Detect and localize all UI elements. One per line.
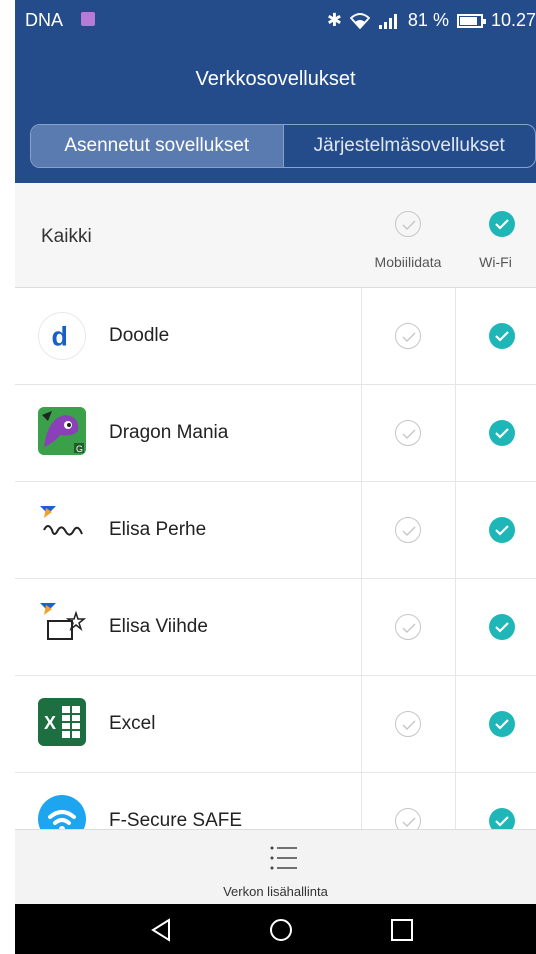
all-apps-label: Kaikki — [41, 226, 92, 247]
check-icon — [495, 219, 509, 230]
app-row: Elisa Perhe — [15, 482, 536, 579]
doodle-icon: d — [38, 312, 86, 360]
check-icon — [402, 817, 416, 827]
app-header: Verkkosovellukset Asennetut sovellukset … — [15, 40, 536, 183]
check-icon — [495, 622, 509, 633]
status-bar: DNA ✱ 81 % 10.27 — [15, 0, 536, 40]
app-row: Elisa Viihde — [15, 579, 536, 676]
check-icon — [495, 428, 509, 439]
status-right: ✱ 81 % 10.27 — [327, 10, 536, 31]
back-icon[interactable] — [149, 917, 175, 943]
app-wifi-check[interactable] — [489, 420, 515, 446]
battery-icon — [456, 13, 486, 28]
elisa-perhe-icon — [38, 504, 86, 552]
system-navigation-bar — [15, 904, 536, 954]
app-name: F-Secure SAFE — [109, 810, 243, 829]
advanced-network-button[interactable]: Verkon lisähallinta — [15, 829, 536, 905]
app-wifi-check[interactable] — [489, 808, 515, 829]
clock: 10.27 — [490, 10, 536, 30]
app-wifi-check[interactable] — [489, 323, 515, 349]
signal-icon — [378, 13, 397, 29]
check-icon — [402, 429, 416, 439]
wifi-icon — [349, 12, 370, 29]
tab-system-apps[interactable]: Järjestelmäsovellukset — [282, 125, 536, 167]
app-name: Elisa Viihde — [109, 616, 208, 637]
check-icon — [495, 525, 509, 536]
wifi-column-label: Wi-Fi — [479, 254, 512, 270]
page-title: Verkkosovellukset — [195, 68, 356, 90]
carrier-label: DNA — [25, 10, 64, 30]
app-mobile-data-check[interactable] — [395, 614, 421, 640]
elisa-viihde-icon — [38, 601, 86, 649]
app-mobile-data-check[interactable] — [395, 808, 421, 829]
app-row: G Dragon Mania — [15, 385, 536, 482]
check-icon — [402, 623, 416, 633]
app-name: Dragon Mania — [109, 422, 229, 443]
app-row: d Doodle — [15, 288, 536, 385]
app-wifi-check[interactable] — [489, 517, 515, 543]
tab-installed-apps[interactable]: Asennetut sovellukset — [31, 125, 283, 167]
tab-switcher: Asennetut sovellukset Järjestelmäsovellu… — [30, 124, 536, 168]
app-mobile-data-check[interactable] — [395, 517, 421, 543]
all-apps-row: Kaikki Mobiilidata Wi-Fi — [15, 183, 536, 288]
app-mobile-data-check[interactable] — [395, 711, 421, 737]
battery-percent: 81 % — [407, 10, 449, 30]
sim-icon — [81, 12, 95, 26]
home-icon[interactable] — [268, 917, 294, 943]
dragon-mania-icon: G — [38, 407, 86, 455]
advanced-network-label: Verkon lisähallinta — [223, 884, 328, 899]
mobile-data-column-label: Mobiilidata — [374, 254, 442, 270]
app-name: Elisa Perhe — [109, 519, 207, 540]
check-icon — [495, 719, 509, 730]
app-row: F-Secure SAFE — [15, 773, 536, 829]
check-icon — [402, 526, 416, 536]
check-icon — [402, 720, 416, 730]
app-wifi-check[interactable] — [489, 711, 515, 737]
recent-apps-icon[interactable] — [389, 917, 415, 943]
svg-text:d: d — [51, 322, 67, 352]
all-mobile-data-check[interactable] — [395, 211, 421, 237]
f-secure-safe-icon — [38, 795, 86, 829]
svg-text:G: G — [76, 444, 83, 454]
app-name: Doodle — [109, 325, 170, 346]
app-wifi-check[interactable] — [489, 614, 515, 640]
all-wifi-check[interactable] — [489, 211, 515, 237]
excel-icon: X — [38, 698, 86, 746]
check-icon — [402, 220, 416, 230]
svg-text:X: X — [44, 713, 56, 733]
app-mobile-data-check[interactable] — [395, 323, 421, 349]
bluetooth-icon: ✱ — [326, 10, 342, 30]
check-icon — [495, 816, 509, 827]
app-list: Kaikki Mobiilidata Wi-Fi d Doodle G Drag… — [15, 183, 536, 829]
check-icon — [495, 331, 509, 342]
app-name: Excel — [109, 713, 156, 734]
app-row: X Excel — [15, 676, 536, 773]
check-icon — [402, 332, 416, 342]
menu-list-icon — [270, 846, 297, 870]
app-mobile-data-check[interactable] — [395, 420, 421, 446]
